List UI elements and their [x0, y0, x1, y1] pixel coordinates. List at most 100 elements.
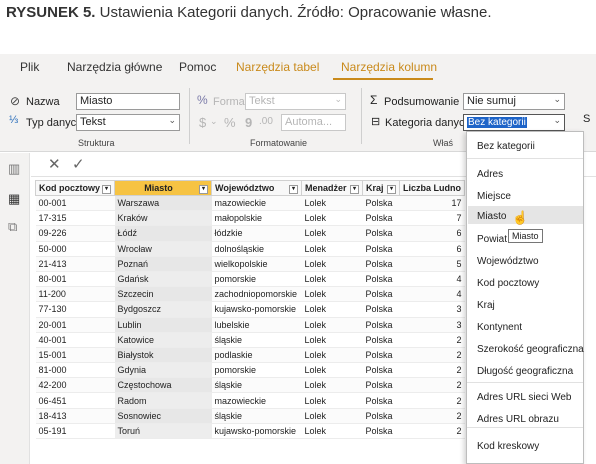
table-cell[interactable]: Warszawa: [114, 195, 212, 212]
table-cell[interactable]: Lolek: [301, 286, 363, 303]
table-cell[interactable]: 20-001: [35, 317, 115, 333]
table-cell[interactable]: śląskie: [211, 377, 302, 394]
thousands-button[interactable]: 9: [245, 115, 252, 130]
datatype-select[interactable]: Tekst ⌄: [76, 114, 180, 131]
table-cell[interactable]: pomorskie: [211, 271, 302, 288]
table-cell[interactable]: Katowice: [114, 332, 212, 348]
table-cell[interactable]: lubelskie: [211, 317, 302, 333]
dropdown-item[interactable]: Bez kategorii: [477, 141, 535, 152]
table-cell[interactable]: Polska: [362, 256, 400, 272]
table-cell[interactable]: 18-413: [35, 408, 115, 424]
cancel-icon[interactable]: ✕: [48, 155, 61, 173]
table-cell[interactable]: łódzkie: [211, 225, 302, 242]
dropdown-item[interactable]: Długość geograficzna: [477, 366, 573, 377]
table-cell[interactable]: Polska: [362, 377, 400, 394]
commit-icon[interactable]: ✓: [72, 155, 85, 173]
table-cell[interactable]: 17: [399, 195, 465, 212]
table-cell[interactable]: Polska: [362, 408, 400, 424]
column-header[interactable]: Miasto ▾: [114, 180, 212, 196]
table-cell[interactable]: Lolek: [301, 317, 363, 333]
table-cell[interactable]: 2: [399, 392, 465, 409]
table-cell[interactable]: 00-001: [35, 195, 115, 212]
table-cell[interactable]: 21-413: [35, 256, 115, 272]
table-cell[interactable]: Polska: [362, 271, 400, 288]
table-cell[interactable]: Polska: [362, 286, 400, 303]
dropdown-item[interactable]: Kontynent: [477, 322, 522, 333]
table-cell[interactable]: Toruń: [114, 423, 212, 440]
table-cell[interactable]: Lolek: [301, 301, 363, 318]
table-cell[interactable]: Lolek: [301, 423, 363, 440]
report-view-icon[interactable]: ▥: [8, 161, 20, 177]
table-cell[interactable]: 3: [399, 317, 465, 333]
category-select[interactable]: Bez kategorii ⌄: [463, 114, 565, 131]
decimal-places-input[interactable]: Automa...: [281, 114, 346, 131]
table-cell[interactable]: 11-200: [35, 286, 115, 303]
table-cell[interactable]: Lolek: [301, 332, 363, 348]
dropdown-item[interactable]: Kod kreskowy: [477, 441, 539, 452]
table-cell[interactable]: 2: [399, 362, 465, 379]
table-cell[interactable]: Lolek: [301, 271, 363, 288]
tab-column-tools[interactable]: Narzędzia kolumn: [341, 60, 437, 74]
table-cell[interactable]: 5: [399, 256, 465, 272]
model-view-icon[interactable]: ⧉: [8, 219, 17, 235]
table-cell[interactable]: podlaskie: [211, 347, 302, 364]
format-select[interactable]: Tekst ⌄: [245, 93, 346, 110]
table-cell[interactable]: Polska: [362, 423, 400, 440]
table-cell[interactable]: 6: [399, 241, 465, 257]
table-cell[interactable]: 15-001: [35, 347, 115, 364]
dropdown-item[interactable]: Szerokość geograficzna: [477, 344, 584, 355]
tab-table-tools[interactable]: Narzędzia tabel: [236, 60, 319, 74]
decimals-button[interactable]: .00: [259, 116, 273, 127]
currency-button[interactable]: $: [199, 115, 206, 130]
table-cell[interactable]: Polska: [362, 225, 400, 242]
percent-button[interactable]: %: [224, 115, 236, 130]
filter-icon[interactable]: ▾: [102, 184, 111, 194]
dropdown-item[interactable]: Miejsce: [477, 191, 511, 202]
table-cell[interactable]: Lolek: [301, 408, 363, 424]
filter-icon[interactable]: ▾: [289, 184, 298, 194]
table-cell[interactable]: Lolek: [301, 392, 363, 409]
table-cell[interactable]: 2: [399, 423, 465, 440]
table-cell[interactable]: Kraków: [114, 210, 212, 227]
table-cell[interactable]: 6: [399, 225, 465, 242]
table-cell[interactable]: Polska: [362, 332, 400, 348]
table-cell[interactable]: Lolek: [301, 256, 363, 272]
name-input[interactable]: Miasto: [76, 93, 180, 110]
tab-file[interactable]: Plik: [20, 60, 39, 74]
column-header[interactable]: Kod pocztowy ▾: [35, 180, 115, 196]
dropdown-item[interactable]: Województwo: [477, 256, 539, 267]
table-cell[interactable]: śląskie: [211, 332, 302, 348]
table-cell[interactable]: 4: [399, 286, 465, 303]
table-cell[interactable]: Lublin: [114, 317, 212, 333]
tab-home[interactable]: Narzędzia główne: [67, 60, 162, 74]
table-cell[interactable]: 81-000: [35, 362, 115, 379]
dropdown-item[interactable]: Kod pocztowy: [477, 278, 539, 289]
table-cell[interactable]: mazowieckie: [211, 195, 302, 212]
table-cell[interactable]: Szczecin: [114, 286, 212, 303]
summarize-select[interactable]: Nie sumuj ⌄: [463, 93, 565, 110]
table-cell[interactable]: 77-130: [35, 301, 115, 318]
table-cell[interactable]: Sosnowiec: [114, 408, 212, 424]
table-cell[interactable]: Polska: [362, 392, 400, 409]
table-cell[interactable]: pomorskie: [211, 362, 302, 379]
tab-help[interactable]: Pomoc: [179, 60, 216, 74]
table-cell[interactable]: 7: [399, 210, 465, 227]
table-cell[interactable]: 2: [399, 332, 465, 348]
table-cell[interactable]: Gdynia: [114, 362, 212, 379]
column-header[interactable]: Województwo ▾: [211, 180, 302, 196]
table-cell[interactable]: Polska: [362, 195, 400, 212]
dropdown-item-hovered[interactable]: Miasto: [477, 211, 506, 222]
table-cell[interactable]: wielkopolskie: [211, 256, 302, 272]
data-view-icon[interactable]: ▦: [8, 191, 20, 207]
table-cell[interactable]: Polska: [362, 241, 400, 257]
table-cell[interactable]: Polska: [362, 347, 400, 364]
table-cell[interactable]: Polska: [362, 317, 400, 333]
table-cell[interactable]: Łódź: [114, 225, 212, 242]
table-cell[interactable]: 17-315: [35, 210, 115, 227]
table-cell[interactable]: Lolek: [301, 210, 363, 227]
column-header[interactable]: Kraj ▾: [362, 180, 400, 196]
table-cell[interactable]: 2: [399, 377, 465, 394]
table-cell[interactable]: kujawsko-pomorskie: [211, 301, 302, 318]
table-cell[interactable]: Lolek: [301, 241, 363, 257]
table-cell[interactable]: Polska: [362, 362, 400, 379]
